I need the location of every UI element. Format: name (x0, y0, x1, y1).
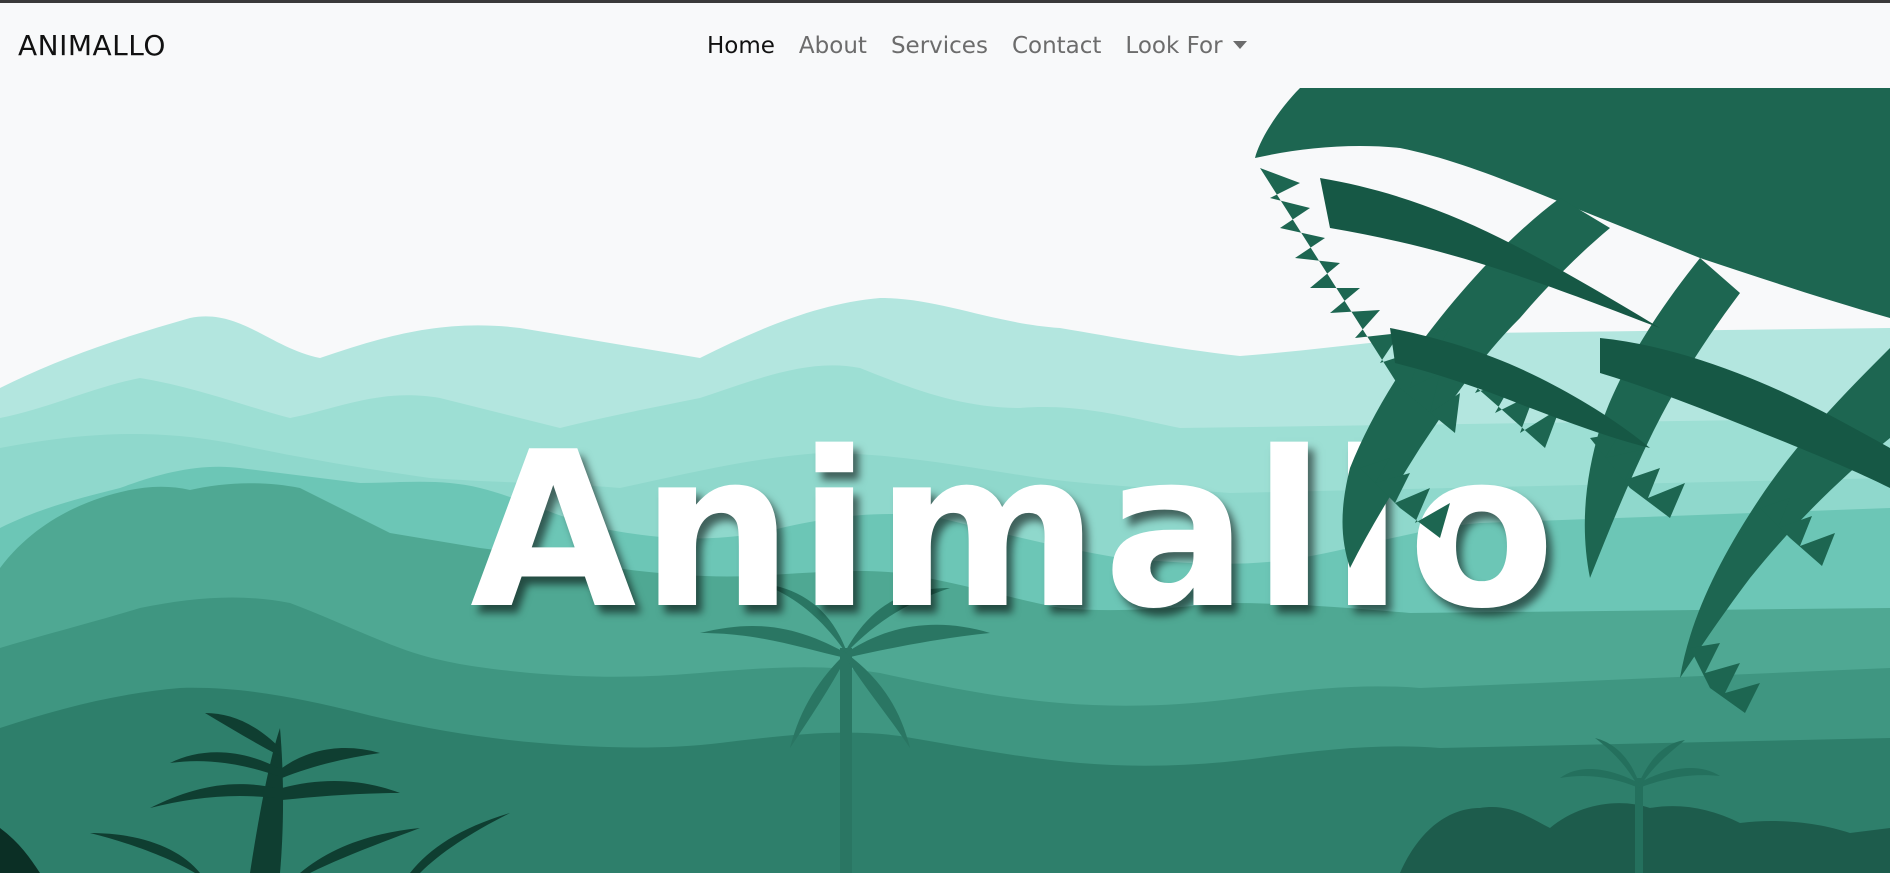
nav-look-for-dropdown[interactable]: Look For (1113, 33, 1258, 59)
nav-contact-link[interactable]: Contact (1000, 33, 1113, 59)
nav-links: Home About Services Contact Look For (695, 33, 1259, 59)
nav-services-link[interactable]: Services (879, 33, 1000, 59)
hero-section: Animallo (0, 88, 1890, 873)
nav-look-for-label: Look For (1125, 33, 1223, 59)
brand-logo-link[interactable]: ANIMALLO (18, 29, 166, 62)
fern-leaves-overlay (1255, 88, 1890, 713)
nav-about-link[interactable]: About (787, 33, 879, 59)
navbar: ANIMALLO Home About Services Contact Loo… (0, 3, 1890, 88)
nav-home-link[interactable]: Home (695, 33, 787, 59)
caret-down-icon (1232, 41, 1247, 49)
